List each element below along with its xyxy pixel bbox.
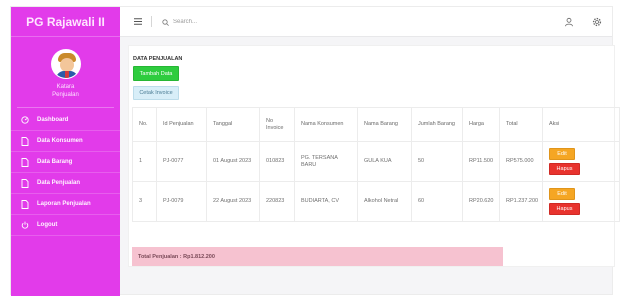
row-number: 1 [132, 141, 157, 182]
search-icon [162, 13, 169, 31]
user-name-line1: Katara [56, 84, 75, 90]
search-input[interactable] [173, 18, 293, 25]
sidebar-item-data-konsumen[interactable]: Data Konsumen [11, 131, 120, 152]
column-header: Harga [462, 107, 500, 142]
main-content: DATA PENJUALAN Tambah Data Cetak Invoice… [120, 37, 620, 294]
invoice-number: 220823 [259, 181, 295, 222]
sidebar-item-label: Data Konsumen [37, 138, 83, 144]
sales-date: 22 August 2023 [206, 181, 260, 222]
row-actions: Edit Hapus [542, 141, 620, 182]
document-icon [20, 157, 30, 167]
column-header: Tanggal [206, 107, 260, 142]
user-profile: Katara Penjualan [11, 37, 120, 108]
row-number: 3 [132, 181, 157, 222]
customer-name: BUDIARTA, CV [294, 181, 358, 222]
item-price: RP11.500 [462, 141, 500, 182]
avatar [50, 49, 81, 79]
page-title: DATA PENJUALAN [133, 56, 183, 62]
row-actions: Edit Hapus [542, 181, 620, 222]
item-name: Alkohol Netral [357, 181, 412, 222]
row-total: RP1.237.200 [499, 181, 543, 222]
column-header: No Invoice [259, 107, 295, 142]
sales-date: 01 August 2023 [206, 141, 260, 182]
document-icon [20, 136, 30, 146]
sales-table: No. Id Penjualan Tanggal No Invoice Nama… [132, 107, 620, 222]
sidebar-item-data-barang[interactable]: Data Barang [11, 152, 120, 173]
topbar [120, 7, 612, 37]
gear-icon[interactable] [592, 17, 602, 27]
total-sales-bar: Total Penjualan : Rp1.812.200 [132, 247, 503, 266]
sales-id: PJ-0077 [156, 141, 207, 182]
sidebar-item-label: Data Barang [37, 159, 73, 165]
brand-logo[interactable]: PG Rajawali II [11, 7, 120, 37]
penjualan-card: DATA PENJUALAN Tambah Data Cetak Invoice… [128, 45, 620, 267]
divider [17, 107, 114, 108]
hamburger-menu-button[interactable] [133, 17, 143, 27]
divider [151, 16, 152, 27]
print-invoice-button[interactable]: Cetak Invoice [133, 86, 179, 100]
item-quantity: 60 [411, 181, 463, 222]
document-icon [20, 199, 30, 209]
sales-id: PJ-0079 [156, 181, 207, 222]
user-role: Penjualan [52, 92, 79, 98]
table-row: 1 PJ-0077 01 August 2023 010823 PG. TERS… [132, 141, 620, 182]
sidebar-item-label: Laporan Penjualan [37, 201, 91, 207]
column-header: Jumlah Barang [411, 107, 463, 142]
sidebar-item-dashboard[interactable]: Dashboard [11, 110, 120, 131]
table-header-row: No. Id Penjualan Tanggal No Invoice Nama… [132, 107, 620, 142]
sidebar-item-logout[interactable]: Logout [11, 215, 120, 236]
column-header: No. [132, 107, 157, 142]
power-icon [20, 220, 30, 230]
item-quantity: 50 [411, 141, 463, 182]
dashboard-icon [20, 115, 30, 125]
invoice-number: 010823 [259, 141, 295, 182]
sidebar-item-laporan-penjualan[interactable]: Laporan Penjualan [11, 194, 120, 215]
delete-button[interactable]: Hapus [549, 203, 580, 215]
sidebar-nav: Dashboard Data Konsumen Data Barang Data… [11, 110, 120, 236]
row-total: RP575.000 [499, 141, 543, 182]
topbar-actions [564, 17, 602, 27]
column-header: Total [499, 107, 543, 142]
item-price: RP20.620 [462, 181, 500, 222]
sidebar: PG Rajawali II Katara Penjualan Dashboar… [11, 7, 120, 296]
user-name: Katara Penjualan [11, 83, 120, 99]
column-header: Nama Konsumen [294, 107, 358, 142]
column-header: Nama Barang [357, 107, 412, 142]
customer-name: PG. TERSANA BARU [294, 141, 358, 182]
sidebar-item-label: Data Penjualan [37, 180, 81, 186]
search-box [162, 13, 293, 31]
document-icon [20, 178, 30, 188]
edit-button[interactable]: Edit [549, 188, 575, 200]
edit-button[interactable]: Edit [549, 148, 575, 160]
app-window: PG Rajawali II Katara Penjualan Dashboar… [10, 6, 620, 296]
sidebar-item-label: Logout [37, 222, 58, 228]
add-data-button[interactable]: Tambah Data [133, 66, 179, 81]
table-row: 3 PJ-0079 22 August 2023 220823 BUDIARTA… [132, 181, 620, 222]
column-header: Aksi [542, 107, 620, 142]
sidebar-item-data-penjualan[interactable]: Data Penjualan [11, 173, 120, 194]
delete-button[interactable]: Hapus [549, 163, 580, 175]
hamburger-icon [134, 18, 142, 25]
item-name: GULA KUA [357, 141, 412, 182]
sidebar-item-label: Dashboard [37, 117, 69, 123]
user-icon[interactable] [564, 17, 574, 27]
column-header: Id Penjualan [156, 107, 207, 142]
